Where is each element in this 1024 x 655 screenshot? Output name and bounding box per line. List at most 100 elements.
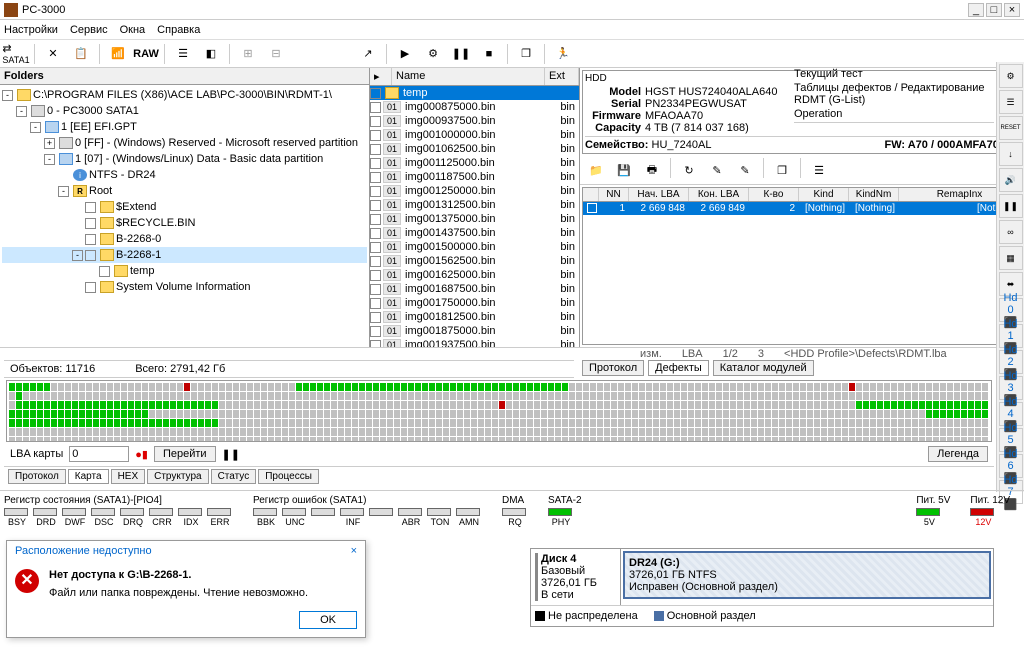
- map-block[interactable]: [303, 401, 309, 409]
- map-block[interactable]: [688, 383, 694, 391]
- map-block[interactable]: [527, 392, 533, 400]
- tree-checkbox[interactable]: [85, 234, 96, 245]
- map-block[interactable]: [639, 419, 645, 427]
- map-block[interactable]: [247, 419, 253, 427]
- map-block[interactable]: [107, 383, 113, 391]
- map-block[interactable]: [912, 428, 918, 436]
- map-block[interactable]: [331, 401, 337, 409]
- map-block[interactable]: [114, 410, 120, 418]
- map-block[interactable]: [520, 428, 526, 436]
- map-block[interactable]: [821, 428, 827, 436]
- map-block[interactable]: [702, 437, 708, 443]
- map-block[interactable]: [646, 392, 652, 400]
- map-block[interactable]: [499, 383, 505, 391]
- rt-btn-5[interactable]: ✎: [705, 158, 729, 182]
- map-block[interactable]: [534, 410, 540, 418]
- map-block[interactable]: [338, 410, 344, 418]
- map-block[interactable]: [142, 419, 148, 427]
- tree-item[interactable]: -1 [EE] EFI.GPT: [2, 119, 367, 135]
- map-block[interactable]: [65, 401, 71, 409]
- map-block[interactable]: [954, 419, 960, 427]
- map-block[interactable]: [226, 410, 232, 418]
- map-block[interactable]: [100, 401, 106, 409]
- map-block[interactable]: [450, 419, 456, 427]
- tree-item[interactable]: temp: [2, 263, 367, 279]
- map-block[interactable]: [128, 401, 134, 409]
- map-block[interactable]: [821, 437, 827, 443]
- map-block[interactable]: [660, 392, 666, 400]
- map-block[interactable]: [149, 401, 155, 409]
- map-block[interactable]: [849, 392, 855, 400]
- file-checkbox[interactable]: [370, 242, 381, 253]
- map-block[interactable]: [898, 437, 904, 443]
- map-block[interactable]: [429, 401, 435, 409]
- map-block[interactable]: [849, 410, 855, 418]
- map-block[interactable]: [639, 383, 645, 391]
- map-block[interactable]: [912, 410, 918, 418]
- map-block[interactable]: [387, 428, 393, 436]
- map-block[interactable]: [835, 437, 841, 443]
- file-row[interactable]: 01img001375000.binbin: [370, 212, 579, 226]
- file-checkbox[interactable]: [370, 270, 381, 281]
- map-block[interactable]: [569, 410, 575, 418]
- map-block[interactable]: [65, 410, 71, 418]
- map-block[interactable]: [968, 392, 974, 400]
- map-block[interactable]: [30, 428, 36, 436]
- map-block[interactable]: [471, 392, 477, 400]
- map-block[interactable]: [506, 383, 512, 391]
- map-block[interactable]: [478, 410, 484, 418]
- map-block[interactable]: [373, 401, 379, 409]
- map-block[interactable]: [338, 392, 344, 400]
- map-block[interactable]: [520, 410, 526, 418]
- map-block[interactable]: [653, 419, 659, 427]
- map-block[interactable]: [310, 383, 316, 391]
- map-block[interactable]: [870, 428, 876, 436]
- map-block[interactable]: [912, 392, 918, 400]
- map-block[interactable]: [604, 401, 610, 409]
- tab-protocol-r[interactable]: Протокол: [582, 360, 644, 376]
- map-block[interactable]: [590, 392, 596, 400]
- map-block[interactable]: [303, 428, 309, 436]
- map-block[interactable]: [142, 428, 148, 436]
- map-block[interactable]: [800, 410, 806, 418]
- map-block[interactable]: [408, 437, 414, 443]
- rt-btn-4[interactable]: ↻: [677, 158, 701, 182]
- map-area[interactable]: [6, 380, 992, 442]
- map-block[interactable]: [79, 401, 85, 409]
- map-block[interactable]: [632, 437, 638, 443]
- map-block[interactable]: [786, 428, 792, 436]
- map-block[interactable]: [555, 437, 561, 443]
- map-block[interactable]: [562, 437, 568, 443]
- map-block[interactable]: [765, 428, 771, 436]
- map-block[interactable]: [555, 428, 561, 436]
- map-block[interactable]: [961, 437, 967, 443]
- map-block[interactable]: [933, 392, 939, 400]
- map-block[interactable]: [212, 401, 218, 409]
- map-block[interactable]: [254, 419, 260, 427]
- map-block[interactable]: [107, 392, 113, 400]
- map-block[interactable]: [639, 428, 645, 436]
- map-block[interactable]: [569, 437, 575, 443]
- map-block[interactable]: [310, 401, 316, 409]
- tab-structure[interactable]: Структура: [147, 469, 208, 484]
- map-block[interactable]: [737, 419, 743, 427]
- map-block[interactable]: [254, 428, 260, 436]
- map-block[interactable]: [275, 437, 281, 443]
- map-block[interactable]: [702, 428, 708, 436]
- map-block[interactable]: [422, 392, 428, 400]
- map-block[interactable]: [450, 410, 456, 418]
- map-block[interactable]: [555, 401, 561, 409]
- map-block[interactable]: [814, 383, 820, 391]
- map-block[interactable]: [373, 410, 379, 418]
- map-block[interactable]: [268, 437, 274, 443]
- map-block[interactable]: [576, 419, 582, 427]
- map-block[interactable]: [898, 428, 904, 436]
- map-block[interactable]: [527, 383, 533, 391]
- map-block[interactable]: [485, 410, 491, 418]
- map-block[interactable]: [639, 392, 645, 400]
- map-block[interactable]: [513, 392, 519, 400]
- map-block[interactable]: [149, 428, 155, 436]
- map-block[interactable]: [961, 410, 967, 418]
- map-block[interactable]: [618, 401, 624, 409]
- map-block[interactable]: [576, 410, 582, 418]
